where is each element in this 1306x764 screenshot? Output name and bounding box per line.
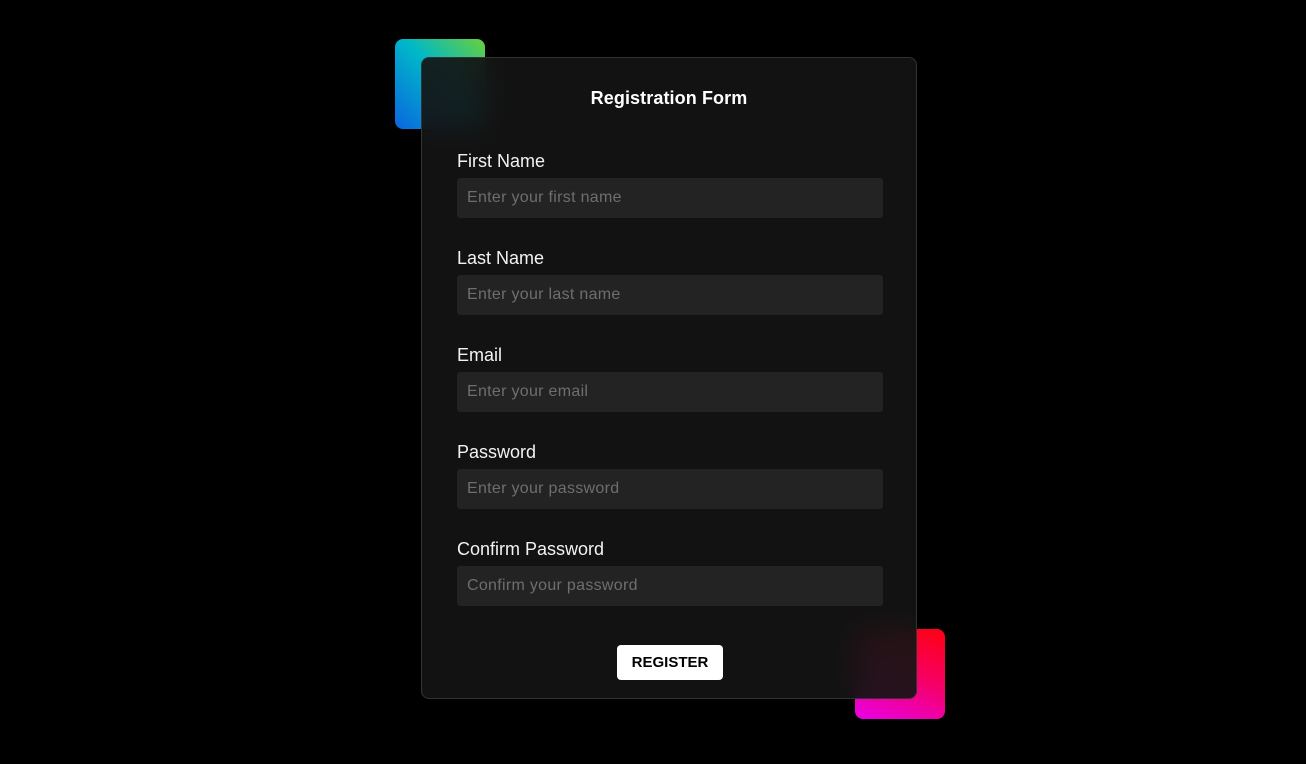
last-name-input[interactable] xyxy=(457,275,883,315)
form-title: Registration Form xyxy=(590,88,748,108)
register-button[interactable]: REGISTER xyxy=(617,645,723,680)
first-name-label: First Name xyxy=(457,151,546,171)
email-input[interactable] xyxy=(457,372,883,412)
confirm-password-input[interactable] xyxy=(457,566,883,606)
last-name-label: Last Name xyxy=(457,248,545,268)
page-background: Registration Form First Name Last Name E… xyxy=(0,0,1306,764)
confirm-password-label: Confirm Password xyxy=(457,539,605,559)
email-label: Email xyxy=(457,345,503,365)
last-name-field-group: Last Name xyxy=(457,247,883,315)
password-input[interactable] xyxy=(457,469,883,509)
password-field-group: Password xyxy=(457,441,883,509)
first-name-field-group: First Name xyxy=(457,150,883,218)
first-name-input[interactable] xyxy=(457,178,883,218)
email-field-group: Email xyxy=(457,344,883,412)
registration-form-card: Registration Form First Name Last Name E… xyxy=(421,57,917,699)
confirm-password-field-group: Confirm Password xyxy=(457,538,883,606)
password-label: Password xyxy=(457,442,537,462)
